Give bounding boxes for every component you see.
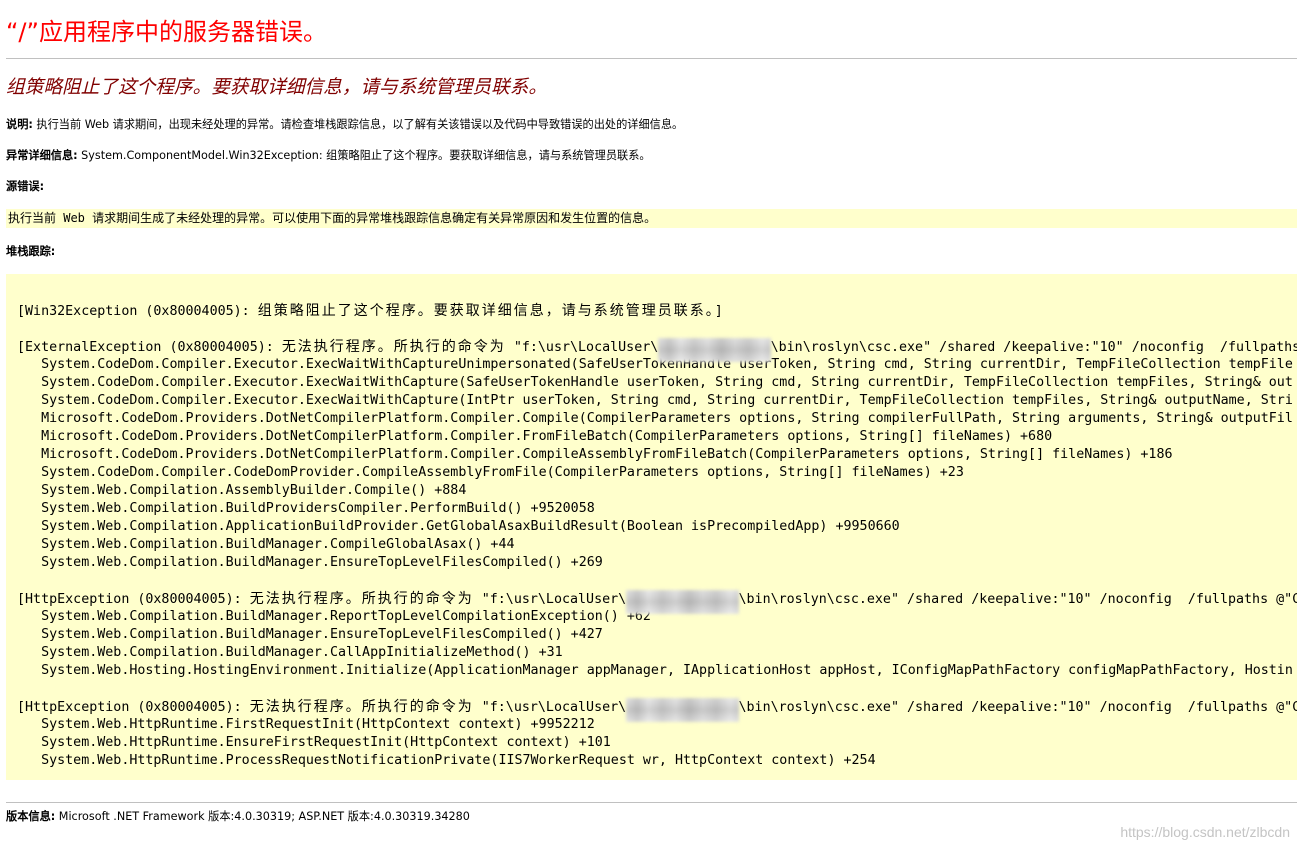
stack-trace-line: System.Web.HttpRuntime.ProcessRequestNot… bbox=[17, 752, 1297, 770]
stack-trace-line: Microsoft.CodeDom.Providers.DotNetCompil… bbox=[17, 410, 1297, 428]
stack-trace-heading: 堆栈跟踪: bbox=[6, 245, 1297, 259]
stack-trace-text: System.Web.Compilation.AssemblyBuilder.C… bbox=[17, 483, 467, 498]
stack-trace-text: System.Web.Compilation.BuildManager.Ensu… bbox=[17, 555, 603, 570]
stack-trace-line: Microsoft.CodeDom.Providers.DotNetCompil… bbox=[17, 428, 1297, 446]
stack-trace-text: \bin\roslyn\csc.exe" /shared /keepalive:… bbox=[738, 592, 1297, 607]
stack-trace-line: [HttpException (0x80004005): 无法执行程序。所执行的… bbox=[17, 698, 1297, 722]
stack-trace-line: System.Web.Compilation.BuildManager.Ensu… bbox=[17, 626, 1297, 644]
stack-trace-line: System.CodeDom.Compiler.Executor.ExecWai… bbox=[17, 374, 1297, 392]
source-error-box: 执行当前 Web 请求期间生成了未经处理的异常。可以使用下面的异常堆栈跟踪信息确… bbox=[6, 209, 1297, 228]
description-line: 说明: 执行当前 Web 请求期间，出现未经处理的异常。请检查堆栈跟踪信息，以了… bbox=[6, 118, 1297, 132]
stack-trace-text: System.Web.HttpRuntime.ProcessRequestNot… bbox=[17, 753, 876, 768]
source-error-text: 执行当前 Web 请求期间生成了未经处理的异常。可以使用下面的异常堆栈跟踪信息确… bbox=[8, 211, 657, 225]
stack-trace-text: Microsoft.CodeDom.Providers.DotNetCompil… bbox=[17, 411, 1293, 426]
description-label: 说明: bbox=[6, 118, 33, 131]
stack-trace-line: System.Web.Compilation.AssemblyBuilder.C… bbox=[17, 482, 1297, 500]
stack-trace-text: System.CodeDom.Compiler.Executor.ExecWai… bbox=[17, 357, 1293, 372]
redacted-path-segment bbox=[658, 338, 771, 362]
footer-divider bbox=[6, 802, 1297, 803]
stack-trace-line: System.CodeDom.Compiler.Executor.ExecWai… bbox=[17, 356, 1297, 374]
version-info-text: Microsoft .NET Framework 版本:4.0.30319; A… bbox=[58, 810, 470, 823]
stack-trace-text: System.Web.HttpRuntime.FirstRequestInit(… bbox=[17, 717, 595, 732]
source-error-label: 源错误: bbox=[6, 180, 45, 193]
stack-trace-line: [HttpException (0x80004005): 无法执行程序。所执行的… bbox=[17, 590, 1297, 614]
redacted-path-segment bbox=[626, 698, 739, 722]
stack-trace-line: System.Web.Compilation.ApplicationBuildP… bbox=[17, 518, 1297, 536]
stack-trace-line: System.Web.HttpRuntime.EnsureFirstReques… bbox=[17, 734, 1297, 752]
stack-trace-text: System.Web.Compilation.BuildManager.Call… bbox=[17, 645, 563, 660]
stack-trace-text: Microsoft.CodeDom.Providers.DotNetCompil… bbox=[17, 447, 1173, 462]
page-title: “/”应用程序中的服务器错误。 bbox=[6, 18, 327, 46]
stack-trace-text: System.Web.Compilation.BuildManager.Ensu… bbox=[17, 627, 603, 642]
stack-trace-text: System.Web.Compilation.BuildProvidersCom… bbox=[17, 501, 595, 516]
exception-details-text: System.ComponentModel.Win32Exception: 组策… bbox=[81, 149, 651, 162]
exception-details-line: 异常详细信息: System.ComponentModel.Win32Excep… bbox=[6, 149, 1297, 163]
stack-trace-line bbox=[17, 572, 1297, 590]
stack-trace-line: System.Web.Compilation.BuildManager.Comp… bbox=[17, 536, 1297, 554]
cjk-text-run: 无法执行程序。所执行的命令为 bbox=[281, 339, 506, 355]
stack-trace-text: System.CodeDom.Compiler.Executor.ExecWai… bbox=[17, 375, 1293, 390]
stack-trace-line: Microsoft.CodeDom.Providers.DotNetCompil… bbox=[17, 446, 1297, 464]
stack-trace-box: [Win32Exception (0x80004005): 组策略阻止了这个程序… bbox=[6, 274, 1297, 780]
stack-trace-text: System.Web.Compilation.BuildManager.Comp… bbox=[17, 537, 515, 552]
stack-trace-text: [ExternalException (0x80004005): 无法执行程序。… bbox=[17, 339, 659, 355]
stack-trace-line bbox=[17, 320, 1297, 338]
stack-trace-line: System.Web.Compilation.BuildManager.Ensu… bbox=[17, 554, 1297, 572]
stack-trace-text: \bin\roslyn\csc.exe" /shared /keepalive:… bbox=[738, 700, 1297, 715]
stack-trace-line bbox=[17, 284, 1297, 302]
stack-trace-text: System.CodeDom.Compiler.CodeDomProvider.… bbox=[17, 465, 964, 480]
stack-trace-text: System.Web.Compilation.BuildManager.Repo… bbox=[17, 609, 651, 624]
stack-trace-text: System.Web.HttpRuntime.EnsureFirstReques… bbox=[17, 735, 611, 750]
stack-trace-line bbox=[17, 680, 1297, 698]
stack-trace-text: System.CodeDom.Compiler.Executor.ExecWai… bbox=[17, 393, 1293, 408]
cjk-text-run: 无法执行程序。所执行的命令为 bbox=[249, 699, 474, 715]
stack-trace-text: System.Web.Compilation.ApplicationBuildP… bbox=[17, 519, 900, 534]
stack-trace-text: [Win32Exception (0x80004005): 组策略阻止了这个程序… bbox=[17, 303, 723, 319]
stack-trace-line: System.Web.Hosting.HostingEnvironment.In… bbox=[17, 662, 1297, 680]
description-text: 执行当前 Web 请求期间，出现未经处理的异常。请检查堆栈跟踪信息，以了解有关该… bbox=[36, 118, 684, 131]
version-info-line: 版本信息: Microsoft .NET Framework 版本:4.0.30… bbox=[6, 810, 1297, 824]
stack-trace-label: 堆栈跟踪: bbox=[6, 245, 56, 258]
source-error-heading: 源错误: bbox=[6, 180, 1297, 194]
watermark: https://blog.csdn.net/zlbcdn bbox=[1120, 824, 1290, 840]
stack-trace-line: System.CodeDom.Compiler.Executor.ExecWai… bbox=[17, 392, 1297, 410]
stack-trace-line: [ExternalException (0x80004005): 无法执行程序。… bbox=[17, 338, 1297, 362]
error-heading: 组策略阻止了这个程序。要获取详细信息，请与系统管理员联系。 bbox=[6, 77, 548, 98]
stack-trace-line: System.Web.Compilation.BuildProvidersCom… bbox=[17, 500, 1297, 518]
error-page: “/”应用程序中的服务器错误。 组策略阻止了这个程序。要获取详细信息，请与系统管… bbox=[0, 0, 1297, 824]
stack-trace-line: System.Web.Compilation.BuildManager.Call… bbox=[17, 644, 1297, 662]
stack-trace-text: [HttpException (0x80004005): 无法执行程序。所执行的… bbox=[17, 699, 627, 715]
title-divider bbox=[6, 58, 1297, 59]
stack-trace-line: System.CodeDom.Compiler.CodeDomProvider.… bbox=[17, 464, 1297, 482]
stack-trace-line: [Win32Exception (0x80004005): 组策略阻止了这个程序… bbox=[17, 302, 1297, 320]
stack-trace-text: \bin\roslyn\csc.exe" /shared /keepalive:… bbox=[770, 340, 1297, 355]
redacted-path-segment bbox=[626, 590, 739, 614]
version-info-label: 版本信息: bbox=[6, 810, 56, 823]
stack-trace-text: System.Web.Hosting.HostingEnvironment.In… bbox=[17, 663, 1293, 678]
stack-trace-text: Microsoft.CodeDom.Providers.DotNetCompil… bbox=[17, 429, 1053, 444]
cjk-text-run: 无法执行程序。所执行的命令为 bbox=[249, 591, 474, 607]
stack-trace-text: [HttpException (0x80004005): 无法执行程序。所执行的… bbox=[17, 591, 627, 607]
exception-details-label: 异常详细信息: bbox=[6, 149, 78, 162]
cjk-text-run: 组策略阻止了这个程序。要获取详细信息，请与系统管理员联系。 bbox=[257, 303, 715, 319]
